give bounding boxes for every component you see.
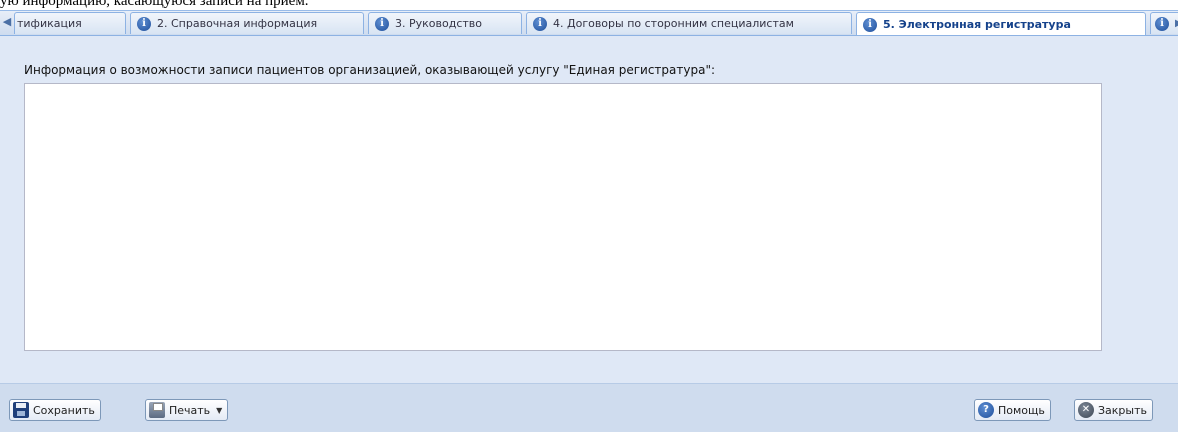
- close-button[interactable]: ✕ Закрыть: [1074, 399, 1153, 421]
- close-icon: ✕: [1078, 402, 1094, 418]
- tab-bar: ◀ тификация i 2. Справочная информация i…: [0, 11, 1178, 36]
- info-icon: i: [375, 16, 389, 31]
- info-icon: i: [533, 16, 547, 31]
- tab-label: 4. Договоры по сторонним специалистам: [553, 17, 794, 30]
- close-label: Закрыть: [1098, 403, 1147, 417]
- tab-contracts[interactable]: i 4. Договоры по сторонним специалистам: [526, 12, 852, 34]
- tab-label: 2. Справочная информация: [157, 17, 318, 30]
- save-label: Сохранить: [33, 403, 95, 417]
- document-text-fragment: ую информацию, касающуюся записи на прие…: [0, 0, 309, 8]
- tab-label: 5. Электронная регистратура: [883, 18, 1071, 31]
- form-window: ◀ тификация i 2. Справочная информация i…: [0, 10, 1178, 432]
- footer-toolbar: Сохранить Печать ▼ ? Помощь ✕ Закрыть: [0, 383, 1178, 432]
- tab-overflow[interactable]: i ▶: [1150, 12, 1178, 34]
- help-label: Помощь: [998, 403, 1045, 417]
- chevron-down-icon: ▼: [216, 405, 223, 415]
- save-button[interactable]: Сохранить: [9, 399, 101, 421]
- tab-label: 3. Руководство: [395, 17, 482, 30]
- printer-icon: [149, 402, 165, 418]
- print-button[interactable]: Печать ▼: [145, 399, 229, 421]
- tab-identification[interactable]: тификация: [14, 12, 126, 34]
- field-label: Информация о возможности записи пациенто…: [24, 63, 716, 77]
- print-label: Печать: [169, 403, 211, 417]
- info-icon: i: [863, 17, 877, 32]
- tab-management[interactable]: i 3. Руководство: [368, 12, 522, 34]
- tab-label: тификация: [17, 17, 82, 30]
- info-icon: i: [1155, 16, 1169, 31]
- registry-info-textarea[interactable]: [24, 83, 1102, 351]
- tab-electronic-registry[interactable]: i 5. Электронная регистратура: [856, 12, 1146, 35]
- help-button[interactable]: ? Помощь: [974, 399, 1051, 421]
- tab-scroll-left-icon[interactable]: ◀: [0, 11, 14, 35]
- help-icon: ?: [978, 402, 994, 418]
- info-icon: i: [137, 16, 151, 31]
- save-icon: [13, 402, 29, 418]
- tab-reference-info[interactable]: i 2. Справочная информация: [130, 12, 364, 34]
